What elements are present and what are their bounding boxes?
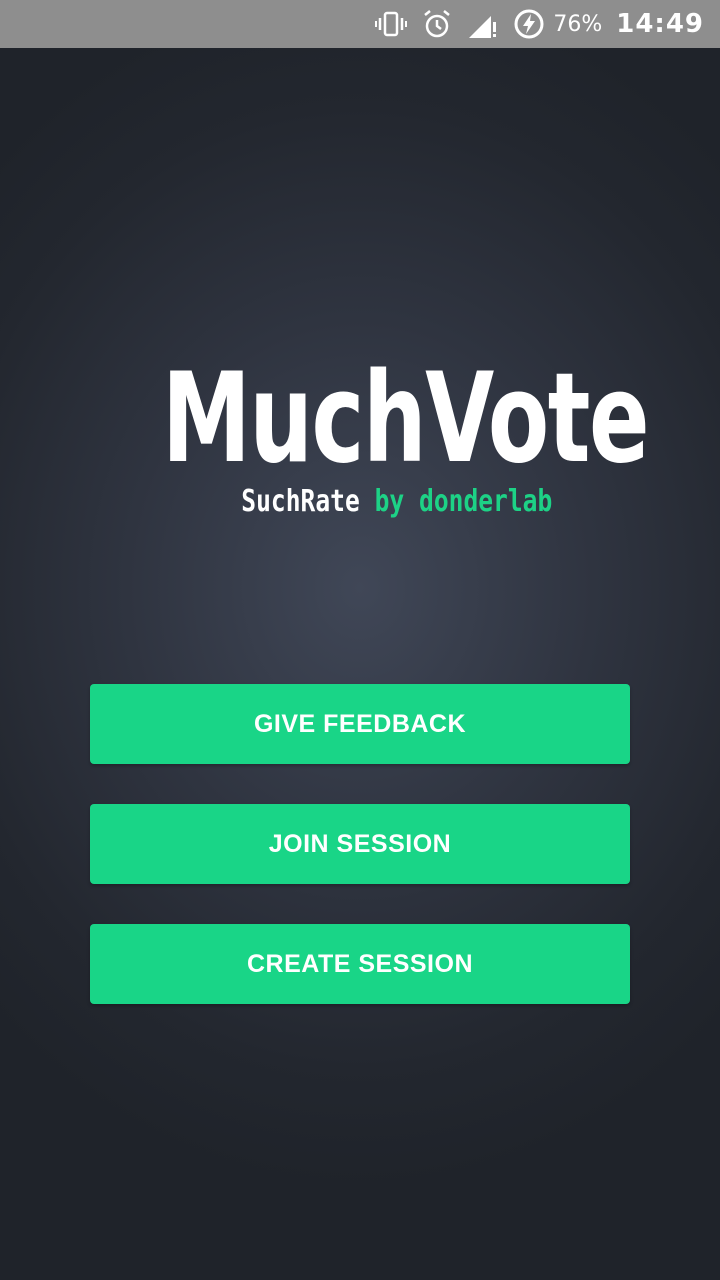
vibrate-icon xyxy=(375,8,408,40)
app-logo: MuchVote SuchRate by donderlab xyxy=(162,347,650,528)
main-screen: MuchVote SuchRate by donderlab GIVE FEED… xyxy=(0,48,720,1280)
give-feedback-button[interactable]: GIVE FEEDBACK xyxy=(90,684,630,764)
battery-charging-icon xyxy=(513,8,545,40)
create-session-button[interactable]: CREATE SESSION xyxy=(90,924,630,1004)
battery-percent: 76% xyxy=(553,11,603,37)
logo-subtitle: SuchRate by donderlab xyxy=(241,482,552,522)
clock: 14:49 xyxy=(616,9,704,39)
logo-by-text: by donderlab xyxy=(374,484,552,519)
logo-product-name: SuchRate xyxy=(240,484,360,519)
join-session-button[interactable]: JOIN SESSION xyxy=(90,804,630,884)
signal-icon xyxy=(467,8,499,40)
logo-title: MuchVote xyxy=(162,347,650,491)
status-bar: 76% 14:49 xyxy=(0,0,720,48)
alarm-icon xyxy=(421,8,453,40)
